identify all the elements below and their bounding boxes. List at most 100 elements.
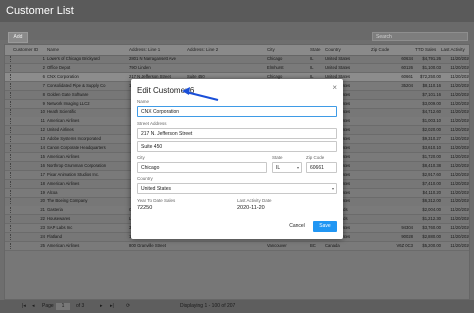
column-header[interactable]: TTD Sales xyxy=(415,45,441,55)
column-header[interactable]: Customer ID xyxy=(13,45,45,55)
country-select[interactable]: United States ▾ xyxy=(137,183,337,194)
table-cell: 16 xyxy=(40,162,45,168)
table-cell: 800 Granville Street xyxy=(129,242,167,248)
column-header[interactable]: Last Activity xyxy=(441,45,469,55)
close-icon[interactable]: × xyxy=(332,84,337,92)
table-cell: 11/20/2020 xyxy=(450,136,470,142)
prev-page-button[interactable]: ◂ xyxy=(32,303,35,310)
table-cell: $2,880.00 xyxy=(422,234,441,239)
table-cell: 14 xyxy=(40,145,45,150)
table-cell: $6,312.00 xyxy=(422,198,441,204)
table-cell: 35204 xyxy=(401,82,413,88)
table-cell: SAP Labs Inc xyxy=(47,225,73,231)
cancel-button[interactable]: Cancel xyxy=(285,221,309,232)
table-cell: Northrop Grumman Corporation xyxy=(47,162,107,168)
table-cell: 1 xyxy=(42,56,45,61)
table-cell: Vancouver xyxy=(267,242,287,248)
table-cell: $1,720.00 xyxy=(422,153,441,159)
table-cell: 11/20/2020 xyxy=(450,171,470,177)
name-field[interactable]: CNX Corporation xyxy=(137,106,337,117)
last-page-button[interactable]: ▸| xyxy=(110,303,114,310)
table-cell: $4,110.20 xyxy=(422,189,441,195)
search-input[interactable]: Search xyxy=(372,32,468,41)
table-cell: CNX Corporation xyxy=(47,73,79,79)
table-cell: 18 xyxy=(40,180,45,186)
table-cell: Consolidated Pipe & Supply Co xyxy=(47,82,106,88)
next-page-button[interactable]: ▸ xyxy=(100,303,103,310)
table-row[interactable]: 2 Office Depot 79O Linden Elmhurst IL United … xyxy=(5,63,469,74)
table-cell: 13 xyxy=(40,136,45,142)
table-cell: Network Imaging LLC2 xyxy=(47,100,90,106)
state-select[interactable]: IL ▾ xyxy=(272,162,302,173)
column-header[interactable]: Country xyxy=(325,45,369,55)
page-input[interactable]: 1 xyxy=(56,303,70,310)
table-cell: $2,020.00 xyxy=(422,127,441,133)
state-value: IL xyxy=(276,165,281,171)
table-cell: 15 xyxy=(40,153,45,159)
chevron-down-icon: ▾ xyxy=(296,165,299,170)
table-cell: Office Depot xyxy=(47,64,71,70)
table-cell: American Airlines xyxy=(47,180,80,186)
table-cell: 11/20/2020 xyxy=(450,234,470,239)
table-cell: American Airlines xyxy=(47,242,80,248)
table-cell: 60126 xyxy=(401,64,413,70)
table-cell: 25 xyxy=(40,242,45,248)
table-cell: United States xyxy=(325,56,351,61)
table-cell: V6Z 0C3 xyxy=(396,242,413,248)
table-cell: 7 xyxy=(42,82,45,88)
table-cell: 11/20/2020 xyxy=(450,56,470,61)
table-cell: Flatland xyxy=(47,234,62,239)
table-cell: Adobe Systems Incorporated xyxy=(47,136,102,142)
column-header[interactable]: State xyxy=(310,45,324,55)
zip-code-field[interactable]: 60661 xyxy=(306,162,337,173)
last-activity-field[interactable]: 2020-11-20 xyxy=(237,205,265,211)
table-row[interactable]: 25 American Airlines 800 Granville Street V… xyxy=(5,241,469,252)
column-header[interactable]: Name xyxy=(47,45,127,55)
table-cell: IL xyxy=(310,56,314,61)
table-cell: 11/20/2020 xyxy=(450,180,470,186)
column-header[interactable]: Address: Line 1 xyxy=(129,45,185,55)
save-button[interactable]: Save xyxy=(313,221,337,232)
table-cell: 22 xyxy=(40,216,45,222)
table-cell: $4,791.26 xyxy=(422,56,441,61)
column-header[interactable]: City xyxy=(267,45,309,55)
table-cell: $72,250.00 xyxy=(420,73,441,79)
column-header[interactable]: Zip Code xyxy=(371,45,413,55)
edit-customer-dialog: Edit Customer 6 × Name CNX Corporation S… xyxy=(131,79,343,239)
add-button[interactable]: Add xyxy=(8,32,28,43)
country-value: United States xyxy=(141,186,172,192)
ytd-sales-field[interactable]: 72250 xyxy=(137,205,152,211)
table-cell: 90028 xyxy=(401,234,413,239)
table-row[interactable]: 1 Lowe's of Chicago Brickyard 2801 N Narra… xyxy=(5,55,470,65)
street-line1-field[interactable]: 217 N. Jefferson Street xyxy=(137,128,337,139)
country-label: Country xyxy=(137,176,153,181)
table-cell: Housewares xyxy=(47,216,71,222)
table-cell: Golden Gate Software xyxy=(47,91,89,97)
table-cell: 21 xyxy=(40,207,45,213)
refresh-icon[interactable]: ⟳ xyxy=(126,303,130,310)
table-cell: $2,004.00 xyxy=(422,207,441,213)
dialog-title: Edit Customer 6 xyxy=(137,86,195,95)
table-cell: 11/20/2020 xyxy=(450,162,470,168)
table-cell: 60661 xyxy=(401,73,413,79)
table-cell: 11/20/2020 xyxy=(450,109,470,115)
table-cell: 11/20/2020 xyxy=(450,153,470,159)
table-cell: BC xyxy=(310,242,316,248)
table-cell: 11/20/2020 xyxy=(450,198,470,204)
table-cell: 6 xyxy=(42,73,45,79)
table-cell: American Airlines xyxy=(47,118,80,124)
table-cell: Canon Corporate Headquarters xyxy=(47,145,106,150)
street-line2-field[interactable]: Suite 450 xyxy=(137,141,337,152)
column-header[interactable]: Address: Line 2 xyxy=(187,45,265,55)
table-cell: United States xyxy=(325,64,351,70)
table-cell: $2,917.60 xyxy=(422,171,441,177)
table-cell: Lowe's of Chicago Brickyard xyxy=(47,56,100,61)
zip-code-label: Zip Code xyxy=(306,155,325,160)
first-page-button[interactable]: |◂ xyxy=(22,303,26,310)
table-cell: Gasteria xyxy=(47,207,63,213)
city-field[interactable]: Chicago xyxy=(137,162,267,173)
table-cell: 12 xyxy=(40,127,45,133)
display-count: Displaying 1 - 100 of 207 xyxy=(180,303,236,309)
table-cell: 11/20/2020 xyxy=(450,127,470,133)
last-activity-label: Last Activity Date xyxy=(237,198,272,203)
